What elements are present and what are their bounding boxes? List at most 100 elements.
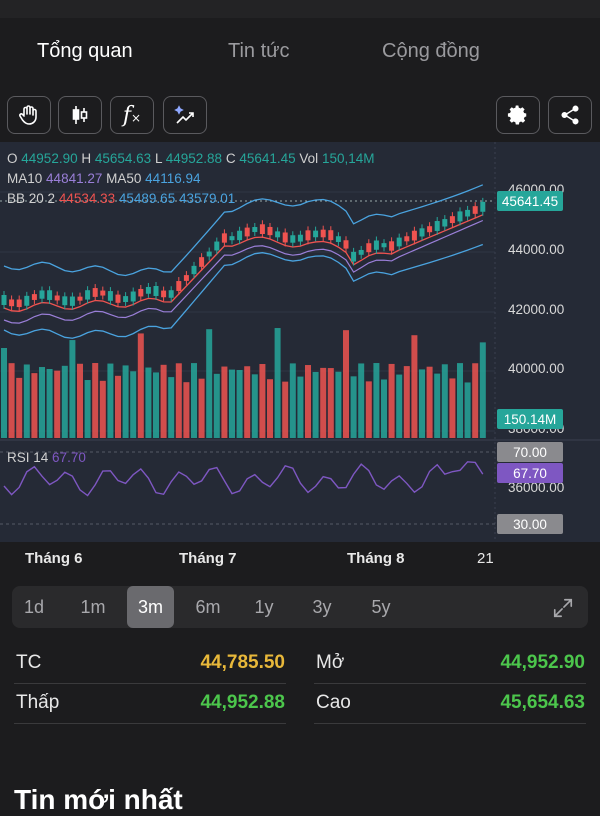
hand-icon — [19, 105, 37, 125]
volume-bar — [335, 371, 342, 438]
candle-body — [449, 216, 455, 224]
candle-body — [107, 291, 113, 301]
day-label: 21 — [477, 550, 494, 567]
divider — [14, 723, 286, 724]
volume-bar — [289, 363, 296, 438]
candle-body — [1, 295, 7, 305]
candle-body — [305, 230, 311, 241]
volume-bar — [464, 382, 471, 438]
volume-bar — [441, 364, 448, 438]
candle-body — [358, 249, 364, 255]
volume-bar — [388, 363, 395, 438]
candle-body — [313, 230, 319, 238]
candle-body — [381, 243, 387, 248]
volume-bar — [77, 363, 83, 438]
candle-body — [62, 296, 68, 306]
ma10-line — [3, 214, 484, 312]
volume-bar — [84, 380, 91, 438]
volume-bar — [69, 340, 76, 438]
period-1y[interactable]: 1y — [244, 586, 284, 628]
period-3m[interactable]: 3m — [127, 586, 174, 628]
period-3y[interactable]: 3y — [302, 586, 342, 628]
period-1d[interactable]: 1d — [14, 586, 54, 628]
rsi-readout: RSI 14 67.70 — [7, 450, 86, 465]
volume-bar — [191, 363, 197, 438]
candle-body — [138, 288, 144, 297]
share-button[interactable] — [548, 96, 592, 134]
candle-body — [191, 265, 197, 275]
volume-bar — [160, 364, 167, 438]
tab-overview[interactable]: Tổng quan — [37, 40, 133, 63]
candle-body — [290, 235, 296, 243]
tab-news[interactable]: Tin tức — [228, 40, 290, 63]
candle-body — [427, 226, 433, 233]
volume-bar — [403, 366, 410, 438]
candle-body — [100, 290, 106, 296]
volume-bar — [396, 374, 403, 438]
price-chart[interactable]: O 44952.90 H 45654.63 L 44952.88 C 45641… — [0, 142, 600, 542]
candle-body — [275, 231, 281, 238]
volume-bar — [183, 382, 190, 438]
candle-body — [351, 251, 357, 262]
gear-icon — [507, 105, 527, 125]
volume-bar — [130, 371, 137, 438]
candle-body — [472, 206, 478, 214]
candle-body — [419, 228, 425, 237]
volume-bar — [198, 378, 205, 438]
tc-label: TC — [16, 652, 42, 673]
candle-body — [229, 236, 235, 241]
candle-body — [244, 227, 250, 237]
candle-body — [480, 201, 486, 212]
volume-bar — [31, 373, 38, 438]
volume-bar — [350, 376, 357, 438]
time-axis: Tháng 6 Tháng 7 Tháng 8 21 — [0, 542, 600, 578]
period-5y[interactable]: 5y — [361, 586, 401, 628]
candle-body — [373, 240, 379, 250]
candle-body — [267, 226, 273, 236]
volume-bar — [426, 366, 433, 438]
hand-tool-button[interactable] — [7, 96, 51, 134]
candle-body — [77, 296, 83, 301]
candle-body — [434, 221, 440, 231]
divider — [314, 683, 586, 684]
expand-icon[interactable] — [552, 597, 574, 619]
price-tick: 42000.00 — [508, 302, 565, 317]
period-1m[interactable]: 1m — [71, 586, 115, 628]
period-6m[interactable]: 6m — [186, 586, 230, 628]
candle-body — [396, 237, 402, 247]
tab-community[interactable]: Cộng đồng — [382, 40, 480, 63]
candle-body — [404, 236, 410, 242]
volume-bar — [472, 363, 479, 438]
month-label: Tháng 6 — [25, 550, 83, 567]
ohlc-readout: O 44952.90 H 45654.63 L 44952.88 C 45641… — [7, 151, 375, 166]
candle-body — [130, 291, 136, 302]
chart-settings-button[interactable] — [496, 96, 540, 134]
candle-body — [69, 296, 75, 306]
candlestick-type-button[interactable] — [58, 96, 102, 134]
month-label: Tháng 8 — [347, 550, 405, 567]
share-icon — [561, 105, 579, 125]
candle-body — [168, 290, 174, 298]
ai-trend-button[interactable] — [163, 96, 207, 134]
candle-body — [457, 211, 463, 222]
period-selector: 1d 1m 3m 6m 1y 3y 5y — [12, 586, 588, 628]
volume-bar — [137, 333, 144, 438]
bb-readout: BB 20 2 44534.33 45489.65 43579.01 — [7, 191, 236, 206]
status-bar — [0, 0, 600, 18]
volume-bar — [381, 379, 387, 438]
candle-body — [282, 232, 288, 243]
candle-body — [85, 290, 91, 300]
volume-bar — [39, 367, 45, 438]
tab-bar: Tổng quan Tin tức Cộng đồng — [0, 18, 600, 104]
chart-toolbar: f× — [0, 86, 600, 142]
rsi-upper-badge: 70.00 — [497, 442, 563, 462]
indicator-function-button[interactable]: f× — [110, 96, 154, 134]
candle-body — [411, 230, 417, 241]
volume-bar — [312, 371, 319, 438]
volume-bar — [305, 365, 311, 438]
volume-bar — [229, 369, 235, 438]
candle-body — [320, 229, 326, 238]
candlestick-icon — [72, 106, 88, 124]
divider — [14, 683, 286, 684]
candle-body — [366, 243, 372, 253]
